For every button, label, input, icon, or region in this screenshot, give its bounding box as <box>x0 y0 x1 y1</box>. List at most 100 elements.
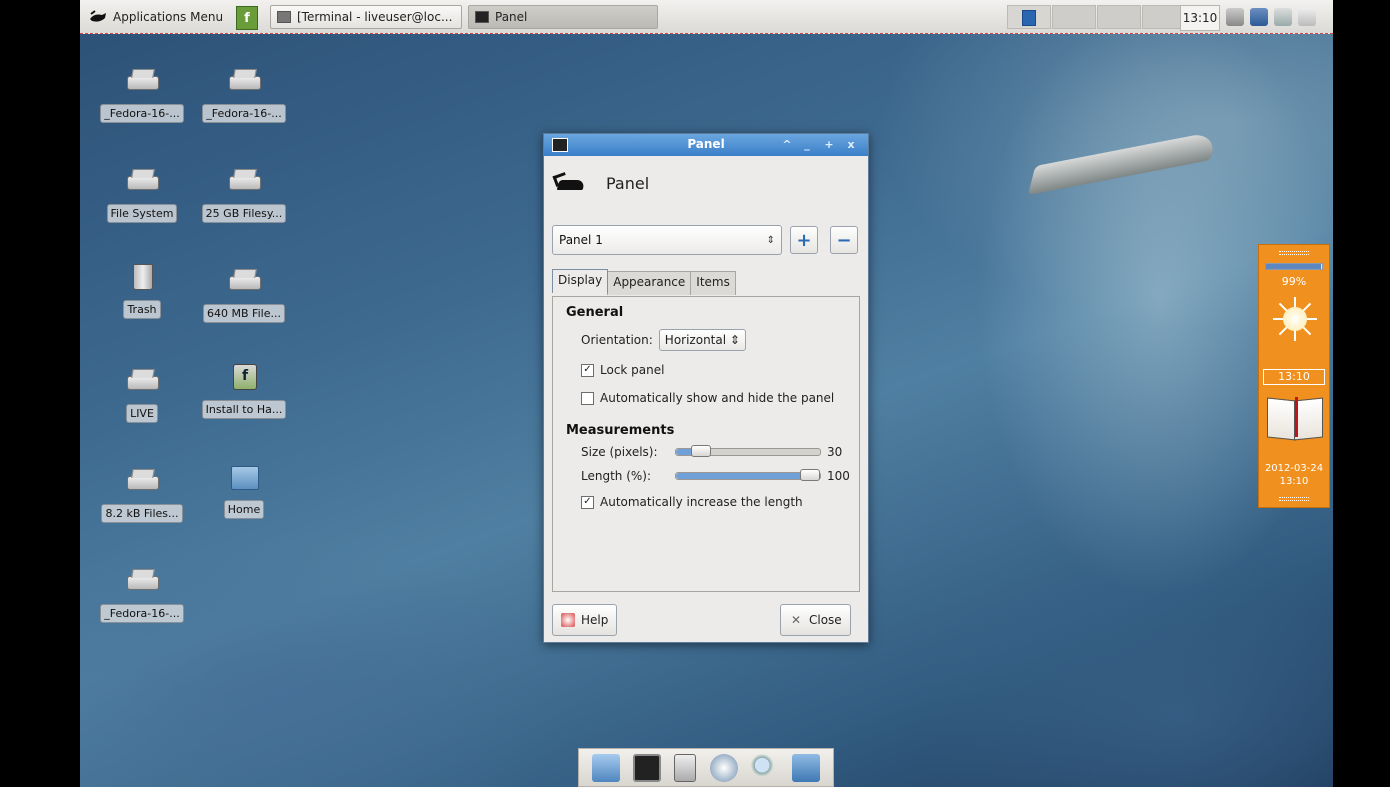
drive-icon <box>127 68 159 94</box>
size-slider[interactable] <box>675 445 821 457</box>
length-slider-fill <box>676 473 810 479</box>
widget-clock[interactable]: 13:10 <box>1263 369 1325 385</box>
auto-length-label: Automatically increase the length <box>600 495 803 509</box>
drive-icon <box>127 468 159 494</box>
desktop-icon-live[interactable]: LIVE <box>94 368 190 423</box>
drive-icon <box>229 268 261 294</box>
battery-level-bar <box>1265 263 1323 270</box>
shade-window-button[interactable]: ^ <box>780 138 794 152</box>
desktop-icon-label: LIVE <box>126 404 158 423</box>
length-value: 100 <box>827 469 850 483</box>
desktop-icon-home[interactable]: Home <box>196 464 292 519</box>
side-widget-panel: 99% 13:10 2012-03-24 13:10 <box>1258 244 1330 508</box>
close-window-button[interactable]: x <box>844 138 858 152</box>
auto-length-checkbox[interactable]: ✓ <box>581 495 594 509</box>
size-label: Size (pixels): <box>581 445 658 459</box>
dialog-header: Panel <box>552 168 649 198</box>
desktop-icon-label: _Fedora-16-... <box>100 604 184 623</box>
desktop-icon-install-to-hard-drive[interactable]: f Install to Ha... <box>196 364 292 419</box>
settings-icon[interactable] <box>674 753 697 782</box>
desktop-icon-fedora-1[interactable]: _Fedora-16-... <box>94 68 190 123</box>
workspace-1[interactable] <box>1007 5 1051 29</box>
system-tray <box>1226 5 1316 29</box>
desktop: Applications Menu f [Terminal - liveuser… <box>80 0 1333 787</box>
size-row: Size (pixels): 30 <box>581 445 842 459</box>
remove-panel-button[interactable]: − <box>830 226 858 254</box>
mouse-logo-icon <box>90 10 106 22</box>
orientation-label: Orientation: <box>581 333 653 347</box>
orientation-row: Orientation: Horizontal ⇕ <box>581 329 746 351</box>
length-slider[interactable] <box>675 469 821 481</box>
desktop-icon-label: 640 MB File... <box>203 304 285 323</box>
general-heading: General <box>566 305 624 320</box>
applications-menu-label: Applications Menu <box>113 10 224 24</box>
installer-launcher-icon[interactable]: f <box>236 6 258 30</box>
help-button[interactable]: Help <box>552 604 618 636</box>
bottom-dock <box>578 748 834 787</box>
desktop-icon-fedora-2[interactable]: _Fedora-16-... <box>196 68 292 123</box>
desktop-icon-trash[interactable]: Trash <box>94 264 190 319</box>
widget-grip-bottom[interactable] <box>1279 497 1309 501</box>
desktop-icon-file-system[interactable]: File System <box>94 168 190 223</box>
file-manager-icon[interactable] <box>591 753 620 782</box>
lock-panel-row[interactable]: ✓ Lock panel <box>581 363 664 377</box>
desktop-icon-label: 8.2 kB Files... <box>101 504 183 523</box>
length-row: Length (%): 100 <box>581 469 850 483</box>
tab-display[interactable]: Display <box>552 269 609 293</box>
autohide-label: Automatically show and hide the panel <box>600 391 835 405</box>
desktop-icon-8kb-files[interactable]: 8.2 kB Files... <box>94 468 190 523</box>
maximize-window-button[interactable]: + <box>822 138 836 152</box>
desktop-icon-640mb-file[interactable]: 640 MB File... <box>196 268 292 323</box>
taskbar-item-terminal[interactable]: [Terminal - liveuser@loc... <box>270 5 462 29</box>
web-browser-icon[interactable] <box>709 753 738 782</box>
weather-sun-icon[interactable] <box>1273 297 1317 341</box>
taskbar-item-panel[interactable]: Panel <box>468 5 658 29</box>
terminal-icon[interactable] <box>632 753 661 782</box>
display-tab-page: General Orientation: Horizontal ⇕ ✓ Lock… <box>552 296 860 592</box>
autohide-row[interactable]: Automatically show and hide the panel <box>581 391 834 405</box>
search-icon[interactable] <box>750 753 779 782</box>
panel-mouse-icon <box>552 168 592 198</box>
calendar-book-icon[interactable] <box>1265 395 1323 441</box>
drive-icon <box>229 168 261 194</box>
panel-clock[interactable]: 13:10 <box>1180 5 1220 31</box>
trash-icon <box>127 264 157 290</box>
applications-menu-button[interactable]: Applications Menu <box>88 5 223 29</box>
desktop-icon-label: Home <box>223 500 265 519</box>
taskbar-item-label: [Terminal - liveuser@loc... <box>297 10 453 24</box>
workspace-2[interactable] <box>1052 5 1096 29</box>
terminal-window-icon <box>277 11 291 23</box>
orientation-select[interactable]: Horizontal ⇕ <box>658 329 746 351</box>
installer-icon: f <box>229 364 259 390</box>
taskbar-item-label: Panel <box>495 10 528 24</box>
network-icon[interactable] <box>1250 8 1268 26</box>
widget-grip-top[interactable] <box>1279 251 1309 255</box>
minimize-window-button[interactable]: _ <box>800 138 814 152</box>
workspace-window-marker <box>1022 10 1036 26</box>
length-label: Length (%): <box>581 469 652 483</box>
size-slider-handle[interactable] <box>691 445 711 457</box>
desktop-icon-label: _Fedora-16-... <box>100 104 184 123</box>
desktop-icon-fedora-3[interactable]: _Fedora-16-... <box>94 568 190 623</box>
widget-time: 13:10 <box>1279 476 1309 487</box>
dialog-titlebar[interactable]: Panel ^ _ + x <box>544 134 868 156</box>
volume-icon[interactable] <box>1274 8 1292 26</box>
length-slider-handle[interactable] <box>800 469 820 481</box>
desktop-icon-25gb-filesystem[interactable]: 25 GB Filesy... <box>196 168 292 223</box>
panel-select-dropdown[interactable]: Panel 1 ⇕ <box>552 225 782 255</box>
bluetooth-icon[interactable] <box>1226 8 1244 26</box>
tab-appearance[interactable]: Appearance <box>607 271 692 295</box>
autohide-checkbox[interactable] <box>581 391 594 405</box>
drive-icon <box>127 568 159 594</box>
add-panel-button[interactable]: + <box>790 226 818 254</box>
workspace-3[interactable] <box>1097 5 1141 29</box>
lock-panel-checkbox[interactable]: ✓ <box>581 363 594 377</box>
power-icon[interactable] <box>1298 8 1316 26</box>
auto-length-row[interactable]: ✓ Automatically increase the length <box>581 495 803 509</box>
desktop-icon-label: _Fedora-16-... <box>202 104 286 123</box>
desktop-icon-label: 25 GB Filesy... <box>201 204 287 223</box>
measurements-heading: Measurements <box>566 423 675 438</box>
tab-items[interactable]: Items <box>690 271 736 295</box>
folder-icon[interactable] <box>792 753 821 782</box>
close-button[interactable]: ✕ Close <box>780 604 851 636</box>
